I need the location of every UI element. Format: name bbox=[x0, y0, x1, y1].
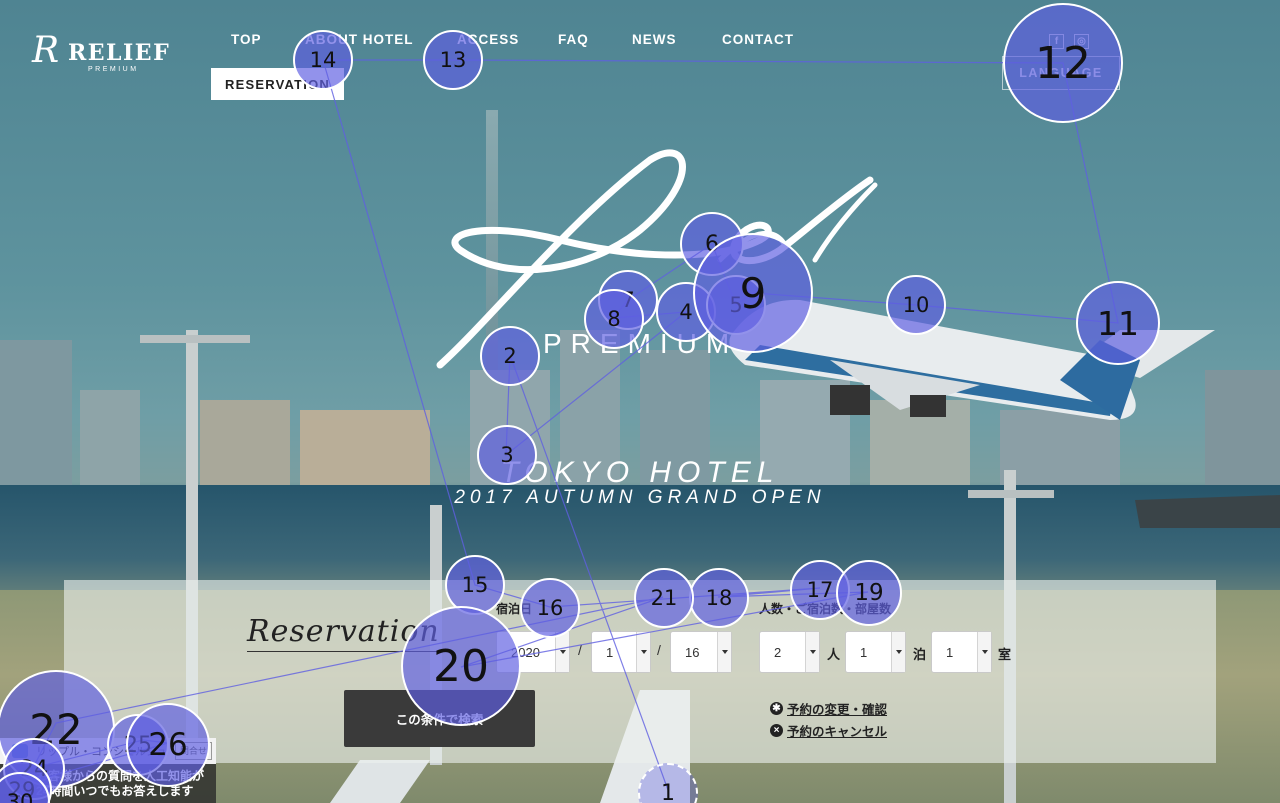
day-select[interactable]: 16 bbox=[670, 631, 732, 673]
chat-message-line: 24時間いつでもお答えします bbox=[36, 784, 194, 798]
nights-value: 1 bbox=[860, 644, 868, 660]
instagram-icon[interactable]: ◎ bbox=[1074, 34, 1089, 49]
search-button[interactable]: この条件で検索 bbox=[344, 690, 535, 747]
language-button[interactable]: LANGUAGE bbox=[1002, 56, 1120, 90]
date-separator: / bbox=[578, 642, 582, 658]
change-reservation-label: 予約の変更・確認 bbox=[787, 703, 888, 717]
nav-top[interactable]: TOP bbox=[231, 32, 262, 47]
facebook-icon[interactable]: f bbox=[1049, 34, 1064, 49]
chat-title: リップル・コンシェルジュ bbox=[36, 746, 168, 758]
date-separator: / bbox=[657, 642, 661, 658]
logo-subtext: PREMIUM bbox=[88, 66, 139, 73]
brand-premium: PREMIUM bbox=[543, 328, 739, 359]
close-icon: × bbox=[770, 724, 783, 737]
social-links: f ◎ bbox=[1049, 34, 1089, 49]
reservation-title: Reservation bbox=[247, 614, 440, 649]
site-logo[interactable]: R RELIEF PREMIUM bbox=[30, 30, 169, 74]
chat-header[interactable]: リップル・コンシェルジュ 問合せ bbox=[0, 738, 216, 764]
nights-unit: 泊 bbox=[913, 647, 927, 662]
chat-widget[interactable]: リップル・コンシェルジュ 問合せ お客様からの質問を人工知能が 24時間いつでも… bbox=[0, 738, 216, 803]
persons-value: 2 bbox=[774, 644, 782, 660]
chevron-down-icon bbox=[977, 632, 991, 672]
chevron-down-icon bbox=[805, 632, 819, 672]
month-select[interactable]: 1 bbox=[591, 631, 651, 673]
chat-message-line: お客様からの質問を人工知能が bbox=[36, 769, 205, 783]
chevron-down-icon bbox=[555, 632, 569, 672]
grand-open-text: 2017 AUTUMN GRAND OPEN bbox=[454, 487, 826, 508]
chat-message: お客様からの質問を人工知能が 24時間いつでもお答えします bbox=[36, 769, 204, 799]
rooms-select[interactable]: 1 bbox=[931, 631, 992, 673]
persons-unit: 人 bbox=[827, 647, 841, 662]
logo-mark: R bbox=[32, 30, 60, 71]
checkin-date-label: 宿泊日 bbox=[496, 602, 533, 616]
title-underline bbox=[247, 651, 437, 652]
month-value: 1 bbox=[606, 644, 614, 660]
cancel-reservation-link[interactable]: × 予約のキャンセル bbox=[770, 721, 887, 740]
rooms-unit: 室 bbox=[998, 647, 1012, 662]
year-value: 2020 bbox=[511, 644, 540, 660]
chevron-down-icon bbox=[891, 632, 905, 672]
chevron-down-icon bbox=[636, 632, 650, 672]
reservation-button[interactable]: RESERVATION bbox=[211, 68, 344, 100]
guests-label: 人数・ご宿泊数・部屋数 bbox=[759, 602, 892, 616]
nav-news[interactable]: NEWS bbox=[632, 32, 677, 47]
nav-faq[interactable]: FAQ bbox=[558, 32, 589, 47]
gear-icon: ✱ bbox=[770, 702, 783, 715]
day-value: 16 bbox=[685, 644, 700, 660]
brand-city: TOKYO HOTEL bbox=[500, 456, 780, 489]
nav-about-hotel[interactable]: ABOUT HOTEL bbox=[305, 32, 414, 47]
change-reservation-link[interactable]: ✱ 予約の変更・確認 bbox=[770, 699, 887, 718]
chat-contact-button[interactable]: 問合せ bbox=[174, 742, 212, 760]
chat-bubble-icon bbox=[12, 744, 28, 758]
nights-select[interactable]: 1 bbox=[845, 631, 906, 673]
chevron-down-icon bbox=[717, 632, 731, 672]
rooms-value: 1 bbox=[946, 644, 954, 660]
logo-text: RELIEF bbox=[68, 40, 171, 66]
cancel-reservation-label: 予約のキャンセル bbox=[787, 725, 888, 739]
nav-access[interactable]: ACCESS bbox=[457, 32, 519, 47]
persons-select[interactable]: 2 bbox=[759, 631, 820, 673]
reservation-panel: Reservation 宿泊日 人数・ご宿泊数・部屋数 2020 / 1 / 1… bbox=[64, 580, 1216, 763]
year-select[interactable]: 2020 bbox=[496, 631, 570, 673]
nav-contact[interactable]: CONTACT bbox=[722, 32, 794, 47]
